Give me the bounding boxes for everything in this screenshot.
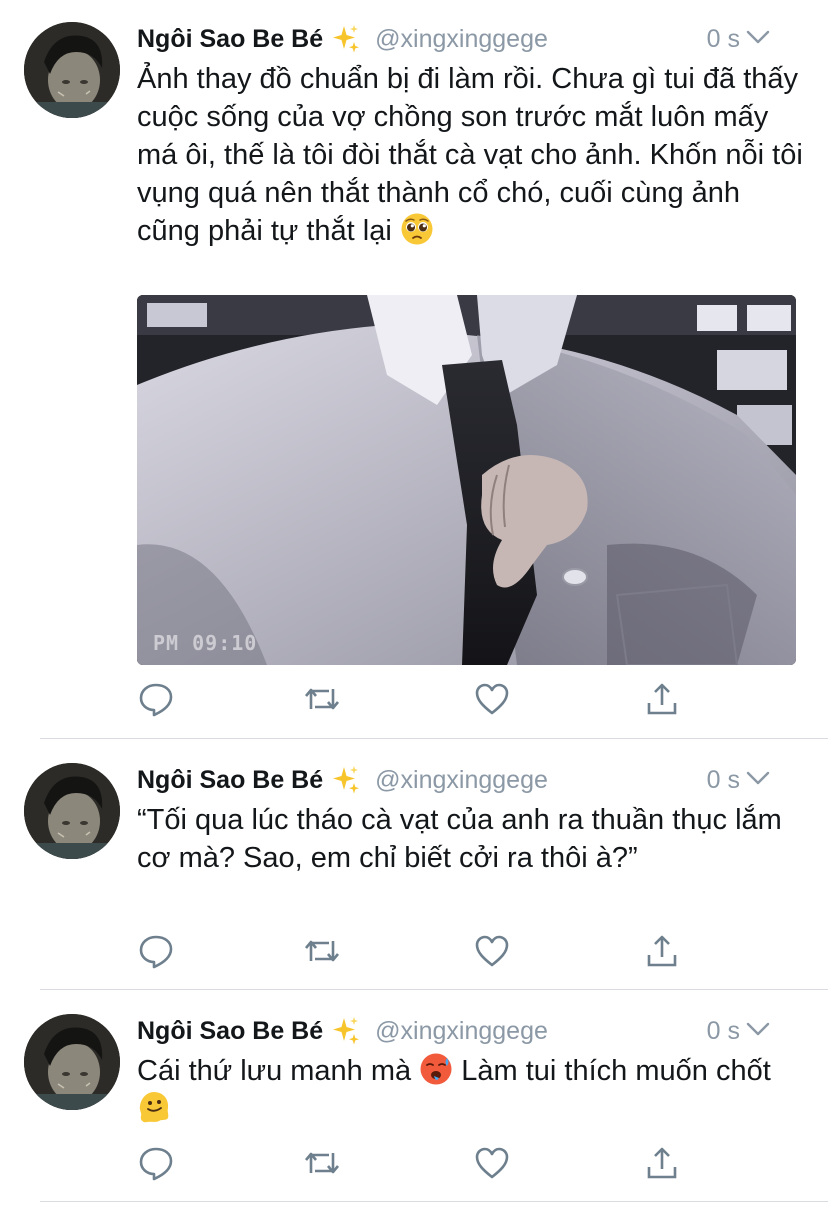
chevron-down-icon[interactable] xyxy=(746,1020,770,1038)
heart-icon xyxy=(475,683,509,715)
share-button[interactable] xyxy=(643,933,681,969)
retweet-button[interactable] xyxy=(303,681,341,717)
tweet-text-part: Ảnh thay đồ chuẩn bị đi làm rồi. Chưa gì… xyxy=(137,63,803,247)
retweet-button[interactable] xyxy=(303,1145,341,1181)
tweet-header: Ngôi Sao Be Bé @xingxinggege 0 s xyxy=(137,763,800,797)
timestamp: 0 s xyxy=(706,1016,740,1045)
author-name[interactable]: Ngôi Sao Be Bé xyxy=(137,1017,323,1046)
photo-image xyxy=(137,295,796,665)
tweet-text-part: Cái thứ lưu manh mà xyxy=(137,1055,420,1087)
reply-icon xyxy=(139,1147,173,1181)
sparkles-emoji xyxy=(333,766,360,794)
avatar[interactable] xyxy=(24,763,120,859)
share-icon xyxy=(647,683,677,715)
avatar-image xyxy=(24,22,120,118)
avatar[interactable] xyxy=(24,22,120,118)
share-button[interactable] xyxy=(643,1145,681,1181)
tweet-header: Ngôi Sao Be Bé @xingxinggege 0 s xyxy=(137,22,800,56)
tweet-actions xyxy=(137,1145,697,1181)
author-name[interactable]: Ngôi Sao Be Bé xyxy=(137,766,323,795)
author-handle[interactable]: @xingxinggege xyxy=(375,766,548,795)
author-handle[interactable]: @xingxinggege xyxy=(375,1017,548,1046)
retweet-icon xyxy=(305,688,339,710)
sparkles-emoji xyxy=(333,1017,360,1045)
retweet-icon xyxy=(305,940,339,962)
avatar[interactable] xyxy=(24,1014,120,1110)
timestamp: 0 s xyxy=(706,765,740,794)
tweet-divider xyxy=(40,1201,828,1202)
avatar-image xyxy=(24,763,120,859)
avatar-image xyxy=(24,1014,120,1110)
share-icon xyxy=(647,1147,677,1179)
tweet-text-part: “Tối qua lúc tháo cà vạt của anh ra thuầ… xyxy=(137,804,782,874)
tweet-photo[interactable]: PM 09:10 xyxy=(137,295,796,665)
heart-icon xyxy=(475,935,509,967)
tweet-3[interactable]: Ngôi Sao Be Bé @xingxinggege 0 s Cái thứ… xyxy=(0,990,828,1205)
author-name[interactable]: Ngôi Sao Be Bé xyxy=(137,25,323,54)
tweet-1[interactable]: Ngôi Sao Be Bé @xingxinggege 0 s Ảnh tha… xyxy=(0,0,828,738)
retweet-button[interactable] xyxy=(303,933,341,969)
reply-button[interactable] xyxy=(137,681,175,717)
tweet-actions xyxy=(137,681,697,717)
reply-icon xyxy=(139,935,173,969)
tweet-actions xyxy=(137,933,697,969)
like-button[interactable] xyxy=(473,1145,511,1181)
reply-icon xyxy=(139,683,173,717)
tweet-2[interactable]: Ngôi Sao Be Bé @xingxinggege 0 s “Tối qu… xyxy=(0,739,828,989)
retweet-icon xyxy=(305,1152,339,1174)
pleading-face-emoji xyxy=(401,213,433,245)
hot-face-emoji xyxy=(420,1053,452,1085)
chevron-down-icon[interactable] xyxy=(746,28,770,46)
tweet-header: Ngôi Sao Be Bé @xingxinggege 0 s xyxy=(137,1014,800,1048)
like-button[interactable] xyxy=(473,681,511,717)
share-icon xyxy=(647,935,677,967)
reply-button[interactable] xyxy=(137,933,175,969)
author-handle[interactable]: @xingxinggege xyxy=(375,25,548,54)
chevron-down-icon[interactable] xyxy=(746,769,770,787)
heart-icon xyxy=(475,1147,509,1179)
tweet-text: “Tối qua lúc tháo cà vạt của anh ra thuầ… xyxy=(137,801,807,877)
tweet-text-part: Làm tui thích muốn chốt xyxy=(453,1055,771,1087)
melting-face-emoji xyxy=(139,1092,169,1123)
photo-timestamp-overlay: PM 09:10 xyxy=(153,631,258,655)
like-button[interactable] xyxy=(473,933,511,969)
tweet-text: Cái thứ lưu manh mà Làm tui thích muốn c… xyxy=(137,1052,807,1128)
sparkles-emoji xyxy=(333,25,360,53)
reply-button[interactable] xyxy=(137,1145,175,1181)
timestamp: 0 s xyxy=(706,24,740,53)
share-button[interactable] xyxy=(643,681,681,717)
tweet-text: Ảnh thay đồ chuẩn bị đi làm rồi. Chưa gì… xyxy=(137,60,807,250)
